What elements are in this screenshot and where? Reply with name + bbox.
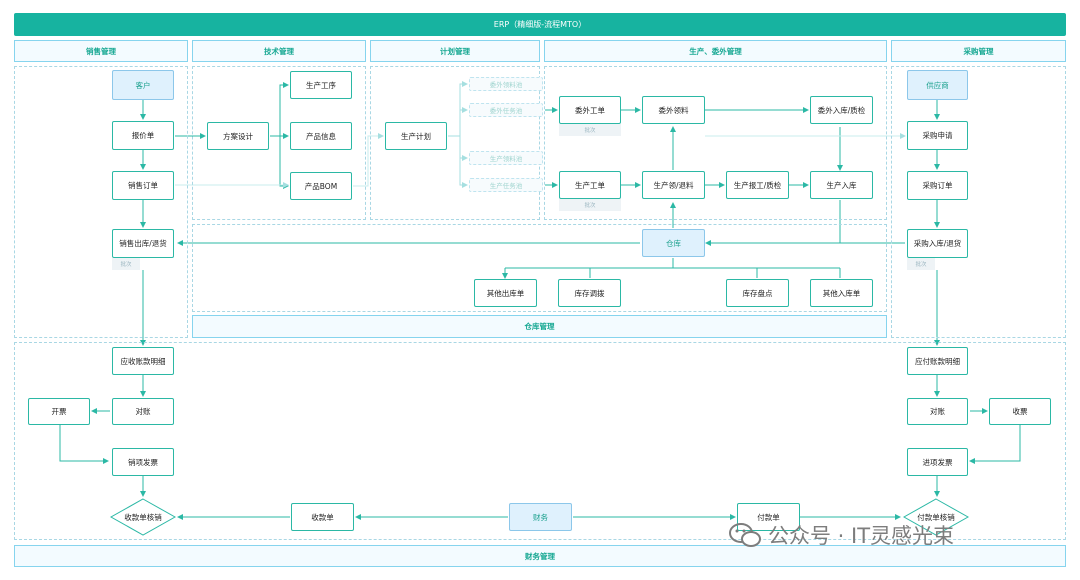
batch-tag: 批次	[112, 258, 140, 270]
other-outbound-node[interactable]: 其他出库单	[474, 279, 537, 307]
out-material-node[interactable]: 委外领料	[642, 96, 705, 124]
out-task-pool-node[interactable]: 委外任务池	[469, 103, 543, 117]
purchase-order-node[interactable]: 采购订单	[907, 171, 968, 200]
batch-tag: 批次	[907, 258, 935, 270]
prod-order-node[interactable]: 生产工单	[559, 171, 621, 199]
product-info-node[interactable]: 产品信息	[290, 122, 352, 150]
reconcile-ar-node[interactable]: 对账	[112, 398, 174, 425]
out-inbound-node[interactable]: 委外入库/质检	[810, 96, 873, 124]
prod-task-pool-node[interactable]: 生产任务池	[469, 178, 543, 192]
header-production: 生产、委外管理	[544, 40, 887, 62]
out-material-pool-node[interactable]: 委外领料池	[469, 77, 543, 91]
header-plan: 计划管理	[370, 40, 540, 62]
customer-node[interactable]: 客户	[112, 70, 174, 100]
warehouse-node[interactable]: 仓库	[642, 229, 705, 257]
transfer-node[interactable]: 库存调拨	[558, 279, 621, 307]
receive-ticket-node[interactable]: 收票	[989, 398, 1051, 425]
prod-inbound-node[interactable]: 生产入库	[810, 171, 873, 199]
sales-invoice-node[interactable]: 销项发票	[112, 448, 174, 476]
prod-report-node[interactable]: 生产报工/质检	[726, 171, 789, 199]
watermark: 公众号 · IT灵感光束	[728, 519, 954, 551]
prod-material-node[interactable]: 生产领/退料	[642, 171, 705, 199]
design-node[interactable]: 方案设计	[207, 122, 269, 150]
invoice-node[interactable]: 开票	[28, 398, 90, 425]
receipt-writeoff-node[interactable]: 收款单核销	[110, 498, 176, 536]
out-order-node[interactable]: 委外工单	[559, 96, 621, 124]
production-plan-node[interactable]: 生产计划	[385, 122, 447, 150]
ap-detail-node[interactable]: 应付账款明细	[907, 347, 968, 375]
bom-node[interactable]: 产品BOM	[290, 172, 352, 200]
batch-tag: 批次	[559, 199, 621, 211]
prod-material-pool-node[interactable]: 生产领料池	[469, 151, 543, 165]
purchase-invoice-node[interactable]: 进项发票	[907, 448, 968, 476]
supplier-node[interactable]: 供应商	[907, 70, 968, 100]
wechat-icon	[729, 523, 761, 547]
other-inbound-node[interactable]: 其他入库单	[810, 279, 873, 307]
ar-detail-node[interactable]: 应收账款明细	[112, 347, 174, 375]
header-tech: 技术管理	[192, 40, 366, 62]
purchase-panel	[891, 66, 1066, 338]
finance-node[interactable]: 财务	[509, 503, 572, 531]
header-sales: 销售管理	[14, 40, 188, 62]
batch-tag: 批次	[559, 124, 621, 136]
watermark-text: 公众号 · IT灵感光束	[768, 524, 955, 548]
quote-node[interactable]: 报价单	[112, 121, 174, 150]
receipt-writeoff-label: 收款单核销	[124, 512, 162, 522]
header-purchase: 采购管理	[891, 40, 1066, 62]
sales-panel	[14, 66, 188, 338]
purchase-inbound-node[interactable]: 采购入库/退货	[907, 229, 968, 258]
warehouse-mgmt-footer: 仓库管理	[192, 315, 887, 338]
sales-order-node[interactable]: 销售订单	[112, 171, 174, 200]
reconcile-ap-node[interactable]: 对账	[907, 398, 968, 425]
diagram-title: ERP（精细版-流程MTO）	[14, 13, 1066, 36]
process-node[interactable]: 生产工序	[290, 71, 352, 99]
receipt-node[interactable]: 收款单	[291, 503, 354, 531]
purchase-request-node[interactable]: 采购申请	[907, 121, 968, 150]
stocktake-node[interactable]: 库存盘点	[726, 279, 789, 307]
sales-outbound-node[interactable]: 销售出库/退货	[112, 229, 174, 258]
